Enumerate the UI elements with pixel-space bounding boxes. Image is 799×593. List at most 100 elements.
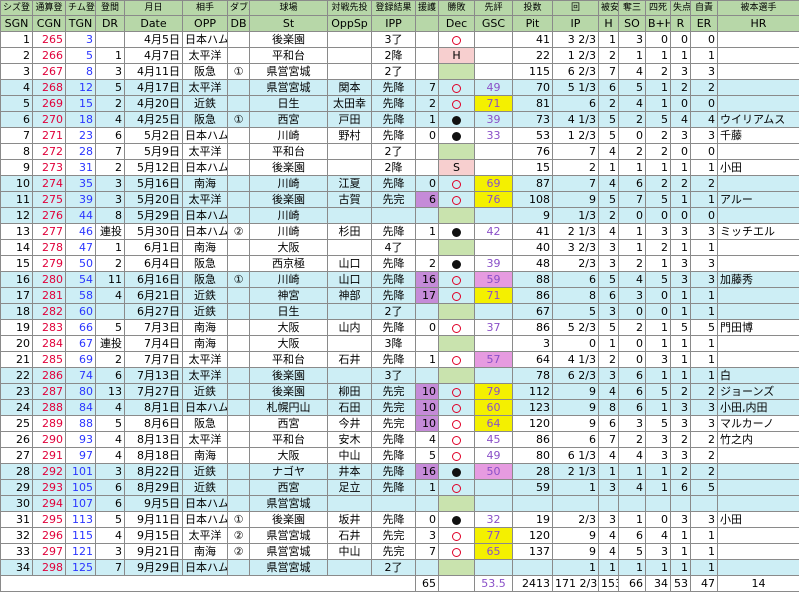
cell-gsc: 45 [474,431,513,448]
cell-oppsp [327,335,372,352]
cell-bh: 3 [645,223,671,240]
table-row: 16 280 54 11 6月16日 阪急 ① 川崎 山口 先降 16 59 88 6 5 4 5 3 3 加藤秀 [0,271,799,288]
cell-opp: 南海 [182,447,228,464]
cell-tgn: 66 [65,319,96,336]
cell-so: 4 [618,447,646,464]
cell-cgn: 269 [32,95,66,112]
cell-pit: 80 [512,447,553,464]
cell-tgn: 88 [65,415,96,432]
decision-cell [438,383,475,400]
cell-r: 1 [670,543,691,560]
cell-oppsp: 中山 [327,447,372,464]
cell-hr: マルカーノ [717,415,799,432]
cell-ip: 2 1/3 [552,223,599,240]
cell-so: 0 [618,351,646,368]
cell-st: 川崎 [249,271,328,288]
cell-oppsp: 柳田 [327,383,372,400]
table-row: 27 291 97 4 8月18日 南海 大阪 中山 先降 5 49 80 6 1/3 4 4 3 3 2 [0,447,799,464]
cell-pit [512,495,553,512]
cell-bh: 1 [645,79,671,96]
cell-gsc: 33 [474,127,513,144]
cell-pit: 112 [512,383,553,400]
cell-bh: 5 [645,271,671,288]
cell-ipp: 2了 [371,63,416,80]
cell-h: 8 [598,399,619,416]
cell-: 3 [415,527,439,544]
cell-h: 1 [598,159,619,176]
cell-gsc: 37 [474,319,513,336]
loss-dot-icon [452,467,461,477]
cell-opp: 日本ハム [182,31,228,48]
cell-er: 3 [690,399,718,416]
cell-tgn: 67 [65,335,96,352]
header-jp-cell: 投数 [512,0,553,16]
cell-: 4 [415,431,439,448]
cell-: 1 [415,111,439,128]
cell-db [227,31,250,48]
cell-gsc: 71 [474,287,513,304]
cell-opp: 阪急 [182,63,228,80]
cell-r: 0 [670,143,691,160]
table-row: 18 282 60 6月27日 近鉄 日生 2了 67 5 3 0 0 1 1 [0,303,799,320]
cell-pit: 64 [512,351,553,368]
cell-sgn: 2 [0,47,33,64]
win-circle-icon [452,403,461,413]
cell-date: 8月1日 [124,399,183,416]
cell-db [227,207,250,224]
cell-gsc [474,63,513,80]
cell-so: 4 [618,63,646,80]
cell-cgn: 294 [32,495,66,512]
cell-so: 1 [618,47,646,64]
win-circle-icon [452,387,461,397]
cell-ipp: 先降 [371,175,416,192]
cell-opp: 太平洋 [182,79,228,96]
cell-h: 7 [598,431,619,448]
cell-r [670,495,691,512]
decision-cell [438,463,475,480]
cell-h: 6 [598,79,619,96]
cell-dr: 2 [95,95,125,112]
cell-er: 1 [690,239,718,256]
cell-h: 4 [598,383,619,400]
cell-dr: 6 [95,367,125,384]
cell-dr: 5 [95,511,125,528]
table-row: 33 297 121 3 9月21日 南海 ② 県営宮城 中山 先完 7 65 137 9 4 5 3 1 1 [0,543,799,560]
cell-db [227,303,250,320]
cell-db [227,127,250,144]
header-row-jp: シズ登通算登チム登登間月日相手ダブル球場対戦先投登録結果援護勝敗先評投数回被安奪… [0,0,799,16]
cell-ipp: 先降 [371,223,416,240]
cell-sgn: 15 [0,255,33,272]
cell-: 16 [415,271,439,288]
decision-cell [438,95,475,112]
cell-cgn: 288 [32,399,66,416]
cell-gsc [474,479,513,496]
cell-so: 3 [618,287,646,304]
cell-cgn: 270 [32,111,66,128]
decision-cell [438,543,475,560]
cell-er: 0 [690,143,718,160]
cell-oppsp: 関本 [327,79,372,96]
cell-tgn: 115 [65,527,96,544]
cell-oppsp: 山口 [327,255,372,272]
cell-opp: 太平洋 [182,431,228,448]
cell-sgn: 12 [0,207,33,224]
cell-ip: 9 [552,399,599,416]
cell-st: 平和台 [249,351,328,368]
cell-tgn: 107 [65,495,96,512]
decision-cell [438,415,475,432]
cell-h: 2 [598,207,619,224]
cell-bh: 1 [645,319,671,336]
totals-row: 65 53.5 2413 171 2/3 153 66 34 53 47 14 [0,575,799,592]
cell-oppsp [327,143,372,160]
cell-opp: 近鉄 [182,95,228,112]
cell-hr [717,207,799,224]
decision-cell [438,63,475,80]
table-row: 7 271 23 6 5月2日 日本ハム 川崎 野村 先降 0 33 53 1 2/3 5 0 2 3 3 千藤 [0,127,799,144]
cell-st: 後楽園 [249,31,328,48]
cell-pit: 41 [512,31,553,48]
cell-so: 1 [618,159,646,176]
cell-ip: 5 [552,303,599,320]
cell-bh: 5 [645,191,671,208]
cell-sgn: 13 [0,223,33,240]
cell-db [227,175,250,192]
